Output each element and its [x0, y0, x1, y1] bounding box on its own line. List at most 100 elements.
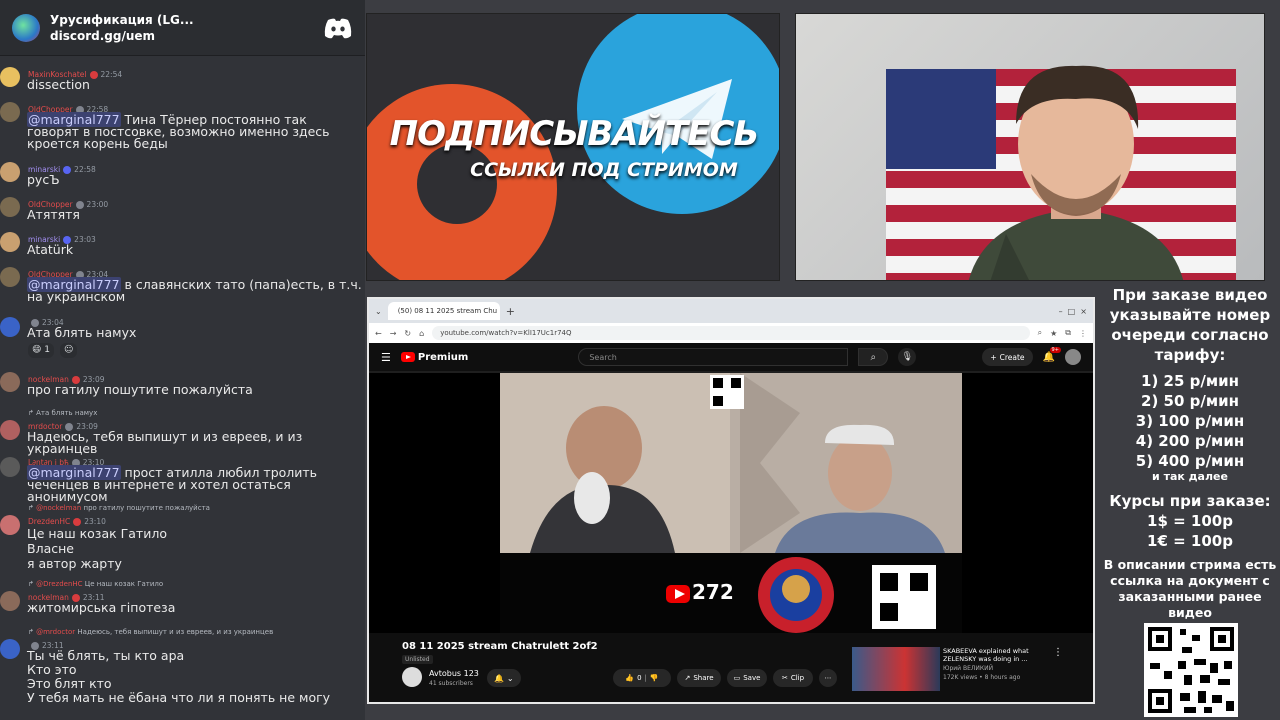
message-text: Ты чё блять, ты кто ара Кто это Это блят… — [27, 648, 331, 705]
scissors-icon: ✂ — [781, 674, 788, 682]
invite-link[interactable]: discord.gg/uem — [50, 29, 323, 43]
recommended-title[interactable]: SKABEEVA explained what ZELENSKY was doi… — [943, 647, 1043, 663]
reactions: 😄 1 ☺ — [28, 343, 78, 358]
recommended-more-icon[interactable]: ⋮ — [1053, 647, 1063, 658]
role-icon — [89, 70, 98, 79]
user-avatar[interactable] — [0, 197, 20, 217]
like-icon: 👍 — [625, 674, 635, 682]
extensions-icon[interactable]: ⧉ — [1065, 328, 1071, 338]
recommended-views: 172K views • 8 hours ago — [943, 674, 1021, 681]
stream-layout: Урусификация (LG... discord.gg/uem Maxin… — [0, 0, 1280, 720]
price-more: и так далее — [1152, 470, 1228, 483]
price-item: 5) 400 р/мин — [1135, 452, 1245, 470]
user-avatar[interactable] — [0, 162, 20, 182]
viewer-count-overlay: 272 — [692, 580, 734, 604]
browser-menu-icon[interactable]: ⋮ — [1079, 329, 1087, 338]
message-text: @marginal777 прост атилла любил тролить … — [27, 465, 318, 504]
message-text: Атятятя — [27, 207, 80, 222]
tab-search-icon[interactable]: ⌄ — [375, 307, 382, 316]
save-icon: ▭ — [733, 674, 741, 682]
zoom-icon[interactable]: ⌕ — [1038, 328, 1042, 338]
role-icon — [63, 165, 72, 174]
user-avatar[interactable] — [0, 372, 20, 392]
subscribe-banner: ПОДПИСЫВАЙТЕСЬ ССЫЛКИ ПОД СТРИМОМ — [366, 13, 780, 281]
usd-rate: 1$ = 100р — [1147, 512, 1233, 530]
account-avatar[interactable] — [1065, 349, 1081, 365]
order-info-panel: При заказе видео указывайте номер очеред… — [1100, 283, 1280, 720]
qr-code-image — [1144, 623, 1238, 717]
user-avatar[interactable] — [0, 639, 20, 659]
channel-avatar[interactable] — [402, 667, 422, 687]
user-avatar[interactable] — [0, 515, 20, 535]
create-button[interactable]: + Create — [982, 348, 1033, 366]
recommended-channel[interactable]: Юрий ВЕЛИКИЙ — [943, 665, 993, 672]
discord-logo-icon — [324, 18, 352, 38]
save-button[interactable]: ▭ Save — [727, 669, 767, 687]
video-info-section: 08 11 2025 stream Chatrulett 2of2 Unlist… — [369, 633, 1093, 702]
share-button[interactable]: ↗ Share — [677, 669, 721, 687]
message-text: @marginal777 в славянских тато (папа)ест… — [27, 277, 362, 304]
discord-chat-panel: Урусификация (LG... discord.gg/uem Maxin… — [0, 0, 365, 720]
tab-strip: ⌄ (50) 08 11 2025 stream Chu × + – □ × — [369, 299, 1093, 323]
hamburger-menu-icon[interactable]: ☰ — [381, 351, 391, 364]
order-instructions: При заказе видео указывайте номер очеред… — [1109, 286, 1271, 364]
notifications-bell-icon[interactable]: 🔔 9+ — [1043, 346, 1061, 363]
price-item: 1) 25 р/мин — [1141, 372, 1239, 390]
eur-rate: 1€ = 100р — [1147, 532, 1233, 550]
user-avatar[interactable] — [0, 267, 20, 287]
user-avatar[interactable] — [0, 317, 20, 337]
recommended-thumbnail[interactable] — [852, 647, 940, 691]
reaction-add[interactable]: ☺ — [59, 343, 78, 358]
message-text: dissection — [27, 77, 90, 92]
reply-preview[interactable]: ↱ Ата блять намух — [28, 407, 97, 420]
user-avatar[interactable] — [0, 67, 20, 87]
server-header[interactable]: Урусификация (LG... discord.gg/uem — [0, 0, 365, 56]
microphone-icon[interactable]: 🎙 — [898, 348, 917, 366]
forward-icon[interactable]: → — [390, 329, 397, 338]
url-input[interactable]: youtube.com/watch?v=KlI17Uc1r74Q — [432, 326, 1030, 340]
channel-subscribers: 41 subscribers — [429, 680, 473, 687]
window-controls[interactable]: – □ × — [1059, 307, 1087, 316]
video-frame[interactable]: 272 — [500, 373, 962, 633]
visibility-badge: Unlisted — [402, 655, 433, 664]
video-player[interactable]: 272 — [369, 373, 1093, 633]
streamer-webcam — [795, 13, 1265, 281]
user-avatar[interactable] — [0, 232, 20, 252]
message-text: Ата блять намух — [27, 325, 137, 340]
more-actions-button[interactable]: ⋯ — [819, 669, 837, 687]
user-avatar[interactable] — [0, 591, 20, 611]
user-avatar[interactable] — [0, 420, 20, 440]
message-text: русЪ — [27, 172, 60, 187]
message-text: про гатилу пошутите пожалуйста — [27, 382, 253, 397]
role-icon — [73, 517, 82, 526]
home-icon[interactable]: ⌂ — [419, 329, 424, 338]
message-text: житомирська гіпотеза — [27, 600, 176, 615]
share-icon: ↗ — [684, 674, 691, 682]
reaction-laugh[interactable]: 😄 1 — [28, 343, 54, 358]
dislike-icon: 👎 — [649, 674, 659, 682]
price-item: 4) 200 р/мин — [1135, 432, 1245, 450]
search-button-icon[interactable]: ⌕ — [858, 348, 889, 366]
back-icon[interactable]: ← — [375, 329, 382, 338]
user-avatar[interactable] — [0, 457, 20, 477]
new-tab-button[interactable]: + — [506, 305, 515, 318]
price-item: 2) 50 р/мин — [1141, 392, 1239, 410]
reload-icon[interactable]: ↻ — [404, 329, 411, 338]
reply-preview[interactable]: ↱ @nockelman про гатилу пошутите пожалуй… — [28, 502, 210, 515]
user-avatar[interactable] — [0, 102, 20, 122]
description-note: В описании стрима есть ссылка на докумен… — [1103, 557, 1277, 620]
subscribe-bell-button[interactable]: 🔔 ⌄ — [487, 669, 521, 687]
youtube-logo[interactable]: Premium — [400, 352, 468, 363]
bookmark-star-icon[interactable]: ★ — [1050, 329, 1057, 338]
clip-button[interactable]: ✂ Clip — [773, 669, 813, 687]
reply-preview[interactable]: ↱ @mrdoctor Надеюсь, тебя выпишут и из е… — [28, 626, 273, 639]
like-dislike-button[interactable]: 👍 0 | 👎 — [613, 669, 671, 687]
server-icon — [12, 13, 40, 42]
tab-youtube[interactable]: (50) 08 11 2025 stream Chu × — [387, 302, 500, 320]
channel-name[interactable]: Avtobus 123 — [429, 669, 479, 678]
server-name: Урусификация (LG... — [50, 12, 194, 27]
search-input[interactable]: Search — [578, 348, 849, 366]
reply-preview[interactable]: ↱ @DrezdenHC Це наш козак Гатило — [28, 578, 163, 591]
youtube-masthead: ☰ Premium Search ⌕ 🎙 + Create 🔔 9+ — [369, 343, 1093, 371]
price-item: 3) 100 р/мин — [1135, 412, 1245, 430]
